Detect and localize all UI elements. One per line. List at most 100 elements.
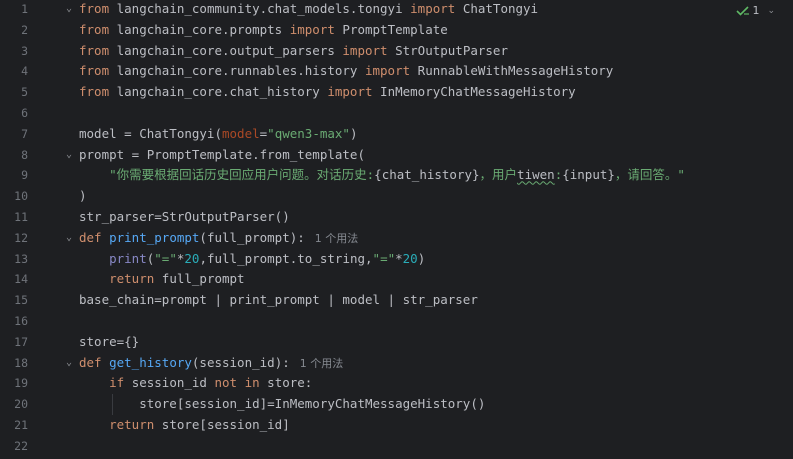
code-token: import — [342, 42, 388, 58]
code-line[interactable]: 21 return store[session_id] — [0, 415, 793, 436]
line-number[interactable]: 15 — [0, 290, 28, 311]
code-token: session_id — [124, 375, 215, 391]
code-line[interactable]: 13 print("="*20,full_prompt.to_string,"=… — [0, 249, 793, 270]
code-line[interactable]: 16 — [0, 311, 793, 332]
fold-open-icon[interactable]: ⌄ — [64, 0, 74, 20]
code-token: ) — [417, 250, 426, 266]
code-text[interactable]: from langchain_community.chat_models.ton… — [79, 0, 538, 20]
code-text[interactable]: return store[session_id] — [79, 415, 290, 436]
code-text[interactable]: from langchain_core.prompts import Promp… — [79, 20, 448, 41]
code-line[interactable]: 14 return full_prompt — [0, 269, 793, 290]
code-text[interactable]: from langchain_core.chat_history import … — [79, 82, 576, 103]
code-token: store[session_id]=InMemoryChatMessageHis… — [79, 396, 486, 412]
code-text[interactable]: from langchain_core.output_parsers impor… — [79, 41, 508, 62]
code-line[interactable]: 4 from langchain_core.runnables.history i… — [0, 61, 793, 82]
line-number[interactable]: 22 — [0, 436, 28, 457]
line-number[interactable]: 6 — [0, 103, 28, 124]
code-token: full_prompt — [154, 271, 245, 287]
line-number[interactable]: 16 — [0, 311, 28, 332]
code-token: (session_id): — [191, 354, 290, 370]
code-line[interactable]: 1 ⌄ from langchain_community.chat_models.t… — [0, 0, 793, 20]
code-token: print — [109, 250, 147, 266]
code-text[interactable]: def get_history(session_id): 1 个用法 — [79, 353, 343, 375]
line-number[interactable]: 7 — [0, 124, 28, 145]
code-text[interactable]: print("="*20,full_prompt.to_string,"="*2… — [79, 249, 425, 270]
code-text[interactable]: base_chain=prompt | print_prompt | model… — [79, 290, 478, 311]
code-text[interactable]: return full_prompt — [79, 269, 245, 290]
code-token: tiwen — [517, 167, 555, 183]
code-text[interactable]: if session_id not in store: — [79, 373, 312, 394]
code-token: (full_prompt): — [199, 229, 305, 245]
code-token: if — [109, 375, 125, 391]
code-line[interactable]: 2 from langchain_core.prompts import Prom… — [0, 20, 793, 41]
code-line[interactable]: 7 model = ChatTongyi(model="qwen3-max") — [0, 124, 793, 145]
code-line[interactable]: 10) — [0, 186, 793, 207]
line-number[interactable]: 8 — [0, 145, 28, 166]
code-text[interactable]: store[session_id]=InMemoryChatMessageHis… — [79, 394, 485, 415]
line-number[interactable]: 12 — [0, 228, 28, 249]
code-token: "=" — [372, 250, 396, 266]
code-token: RunnableWithMessageHistory — [410, 63, 614, 79]
line-number[interactable]: 14 — [0, 269, 28, 290]
fold-open-icon[interactable]: ⌄ — [64, 228, 74, 249]
code-line[interactable]: 5 from langchain_core.chat_history import… — [0, 82, 793, 103]
code-token: store={} — [79, 333, 140, 349]
code-text[interactable]: def print_prompt(full_prompt): 1 个用法 — [79, 228, 358, 250]
code-line[interactable]: 9 "你需要根据回话历史回应用户问题。对话历史:{chat_history}，用… — [0, 165, 793, 186]
code-token: prompt = PromptTemplate.from_template( — [79, 146, 365, 162]
indent-guide — [112, 394, 113, 415]
line-number[interactable]: 1 — [0, 0, 28, 20]
code-token: def — [79, 354, 102, 370]
code-text[interactable]: store={} — [79, 332, 139, 353]
code-text[interactable]: str_parser=StrOutputParser() — [79, 207, 290, 228]
code-text[interactable]: model = ChatTongyi(model="qwen3-max") — [79, 124, 358, 145]
line-number[interactable]: 10 — [0, 186, 28, 207]
line-number[interactable]: 2 — [0, 20, 28, 41]
code-token: import — [364, 63, 411, 79]
code-token: print_prompt — [109, 229, 200, 245]
code-token: from — [79, 42, 110, 58]
code-line[interactable]: 6 — [0, 103, 793, 124]
code-text[interactable]: from langchain_core.runnables.history im… — [79, 61, 613, 82]
code-line[interactable]: 11 str_parser=StrOutputParser() — [0, 207, 793, 228]
code-line[interactable]: 8 ⌄ prompt = PromptTemplate.from_template( — [0, 145, 793, 166]
fold-open-icon[interactable]: ⌄ — [64, 353, 74, 374]
code-line[interactable]: 12 ⌄ def print_prompt(full_prompt): 1 个用法 — [0, 228, 793, 249]
code-line[interactable]: 15 base_chain=prompt | print_prompt | mod… — [0, 290, 793, 311]
code-text[interactable]: ) — [79, 186, 87, 207]
usage-hint[interactable]: 1 个用法 — [315, 232, 359, 245]
code-token: model — [222, 125, 260, 141]
code-token: ，用户 — [479, 167, 518, 183]
code-token: {chat_history} — [374, 167, 480, 183]
code-line[interactable]: 22 — [0, 436, 793, 457]
code-line[interactable]: 3 from langchain_core.output_parsers impo… — [0, 41, 793, 62]
code-line[interactable]: 18 ⌄ def get_history(session_id): 1 个用法 — [0, 353, 793, 374]
code-token: from — [79, 1, 110, 16]
line-number[interactable]: 4 — [0, 61, 28, 82]
code-line[interactable]: 19 if session_id not in store: — [0, 373, 793, 394]
code-text[interactable]: "你需要根据回话历史回应用户问题。对话历史:{chat_history}，用户t… — [79, 165, 685, 186]
code-token: ，请回答。" — [614, 167, 685, 183]
line-number[interactable]: 20 — [0, 394, 28, 415]
code-token: import — [289, 21, 335, 37]
code-text[interactable]: prompt = PromptTemplate.from_template( — [79, 145, 365, 166]
line-number[interactable]: 5 — [0, 82, 28, 103]
line-number[interactable]: 21 — [0, 415, 28, 436]
line-number[interactable]: 11 — [0, 207, 28, 228]
line-number[interactable]: 18 — [0, 353, 28, 374]
line-number[interactable]: 17 — [0, 332, 28, 353]
code-token: ,full_prompt.to_string, — [199, 250, 373, 266]
code-token: "=" — [154, 250, 177, 266]
line-number[interactable]: 13 — [0, 249, 28, 270]
code-editor[interactable]: 1 ⌄ 1 ⌄ from langchain_community.chat_mode… — [0, 0, 793, 459]
line-number[interactable]: 19 — [0, 373, 28, 394]
line-number[interactable]: 9 — [0, 165, 28, 186]
code-line[interactable]: 20 store[session_id]=InMemoryChatMessage… — [0, 394, 793, 415]
line-number[interactable]: 3 — [0, 41, 28, 62]
fold-open-icon[interactable]: ⌄ — [64, 145, 74, 166]
code-line[interactable]: 17 store={} — [0, 332, 793, 353]
usage-hint[interactable]: 1 个用法 — [300, 357, 344, 370]
